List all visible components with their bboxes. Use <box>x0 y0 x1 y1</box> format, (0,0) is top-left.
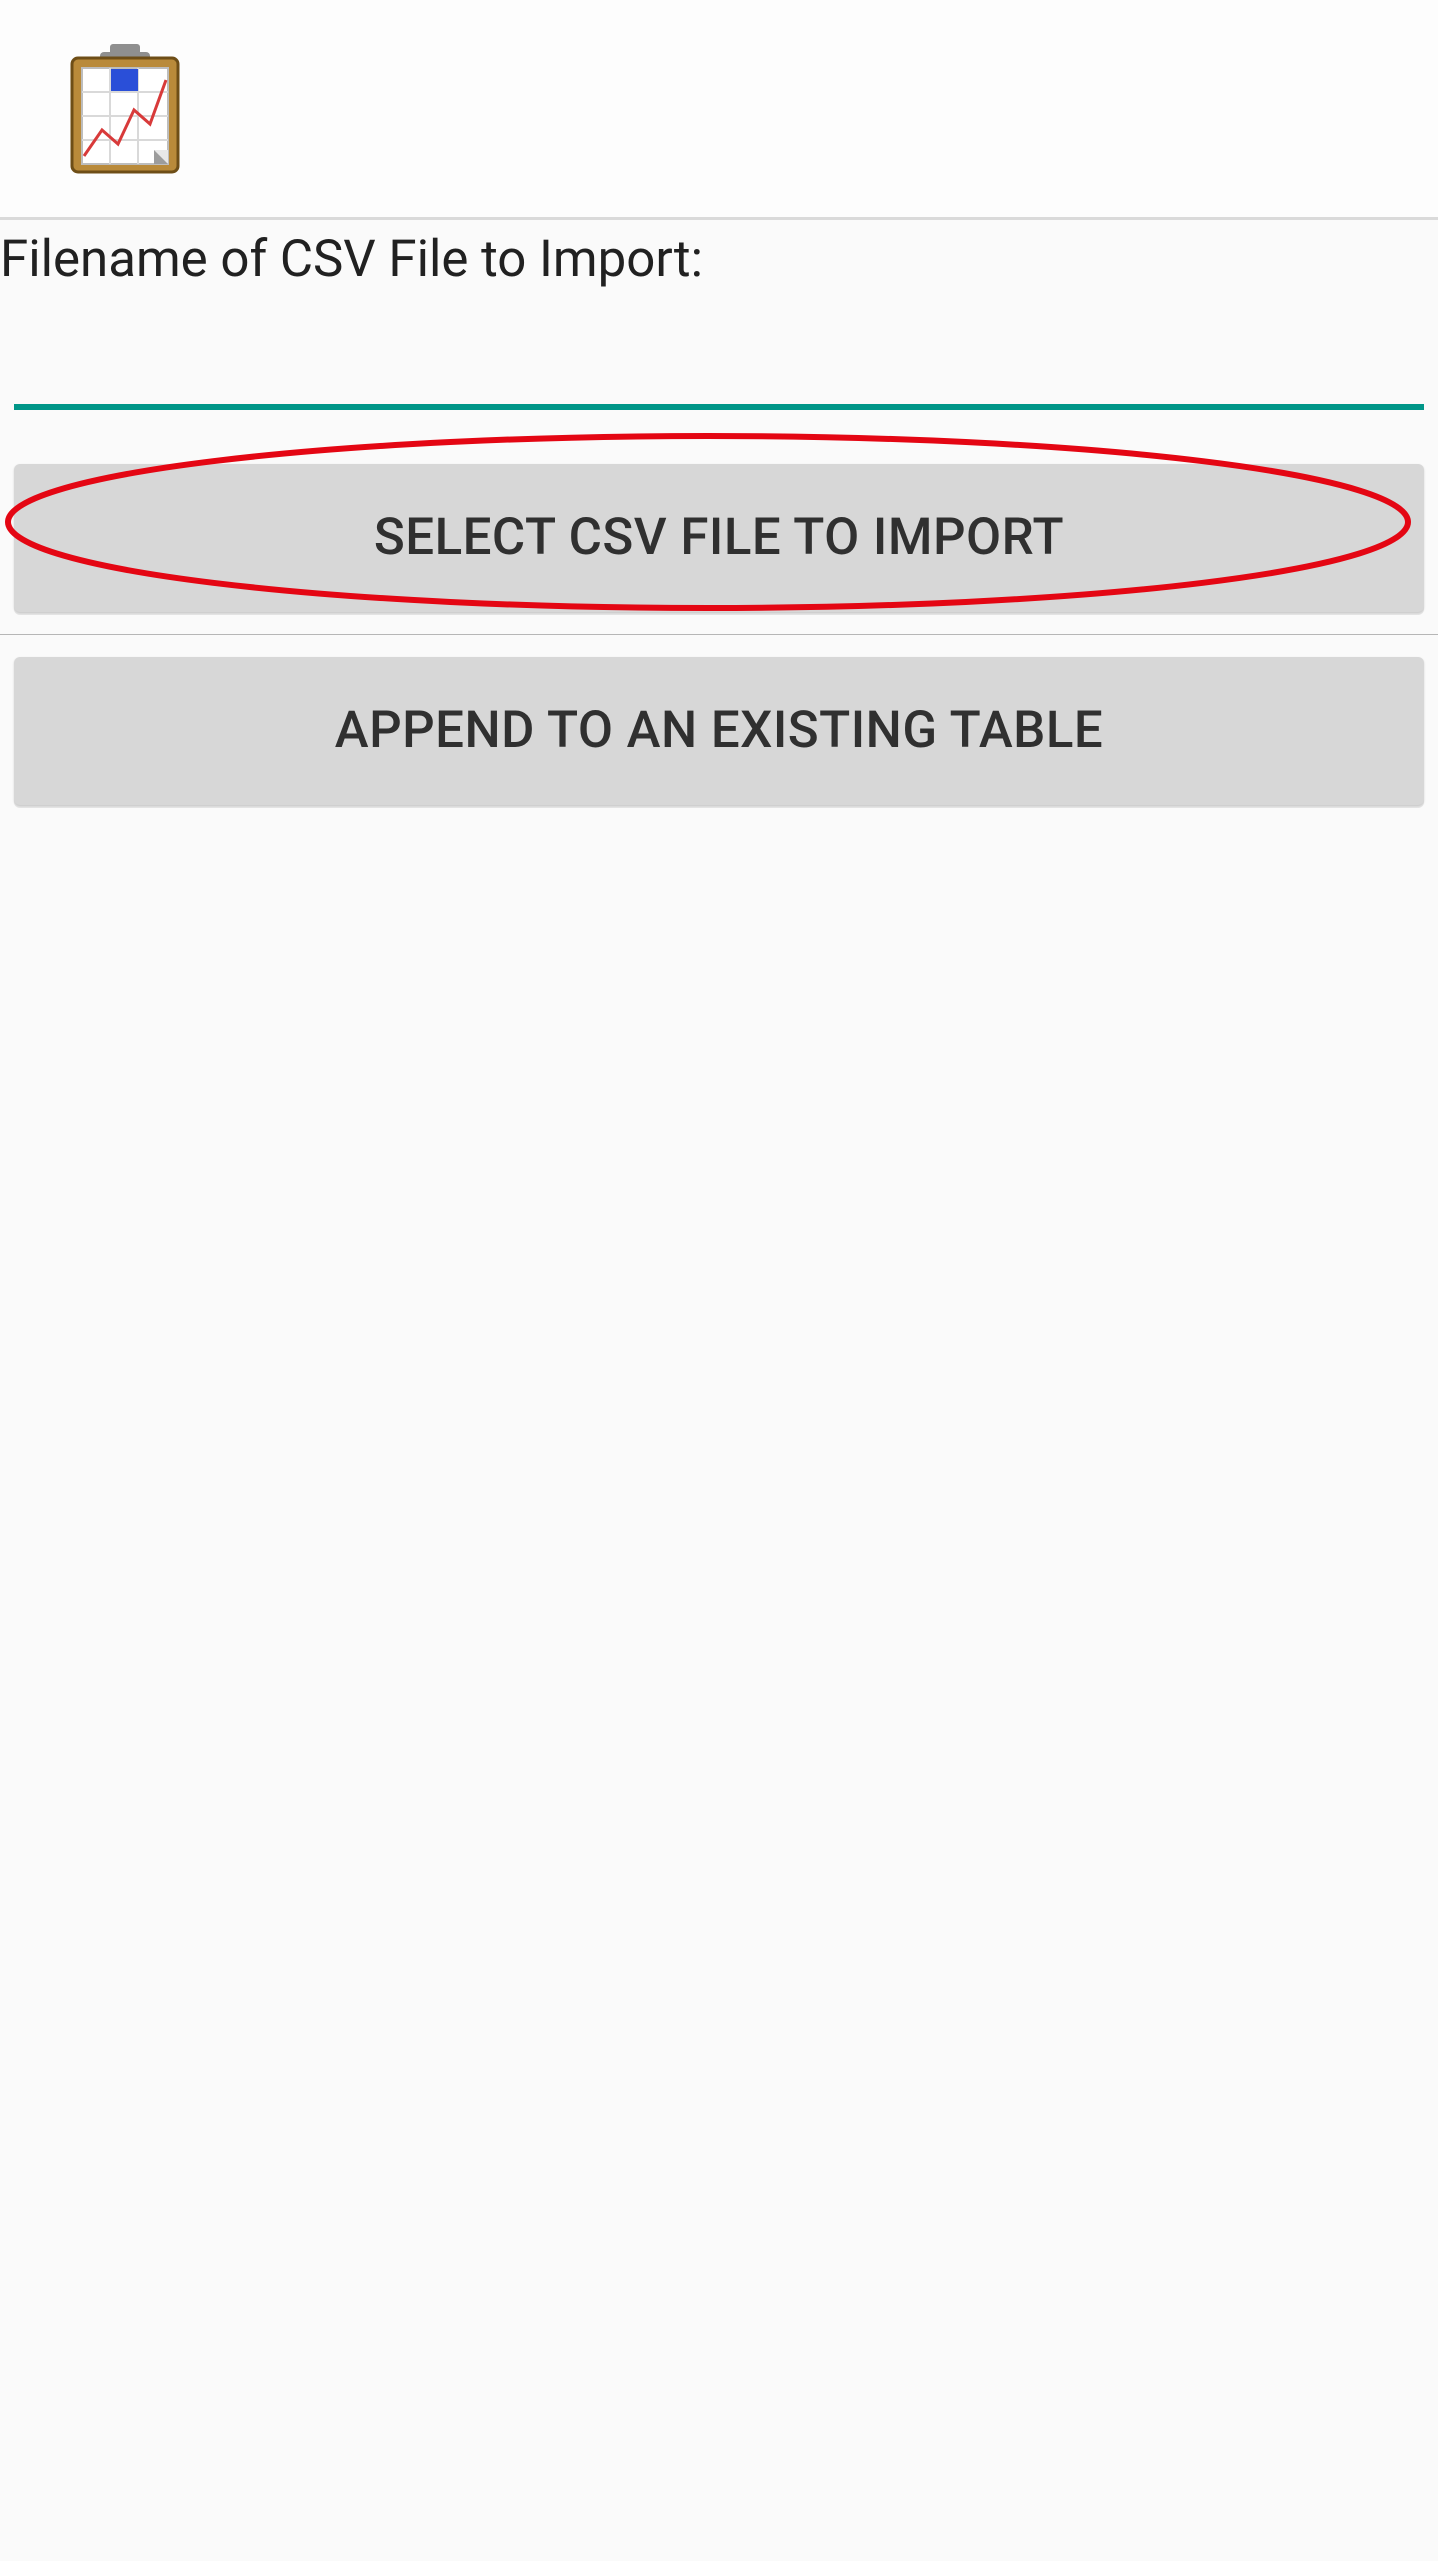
clipboard-chart-icon <box>68 44 182 174</box>
app-header <box>0 0 1438 220</box>
select-csv-button[interactable]: SELECT CSV FILE TO IMPORT <box>14 464 1424 612</box>
divider <box>0 634 1438 635</box>
select-row: SELECT CSV FILE TO IMPORT <box>0 464 1438 612</box>
append-table-button[interactable]: APPEND TO AN EXISTING TABLE <box>14 657 1424 805</box>
filename-input[interactable] <box>14 298 1424 410</box>
filename-label: Filename of CSV File to Import: <box>0 220 1438 292</box>
main-content: Filename of CSV File to Import: SELECT C… <box>0 220 1438 805</box>
append-row: APPEND TO AN EXISTING TABLE <box>0 657 1438 805</box>
